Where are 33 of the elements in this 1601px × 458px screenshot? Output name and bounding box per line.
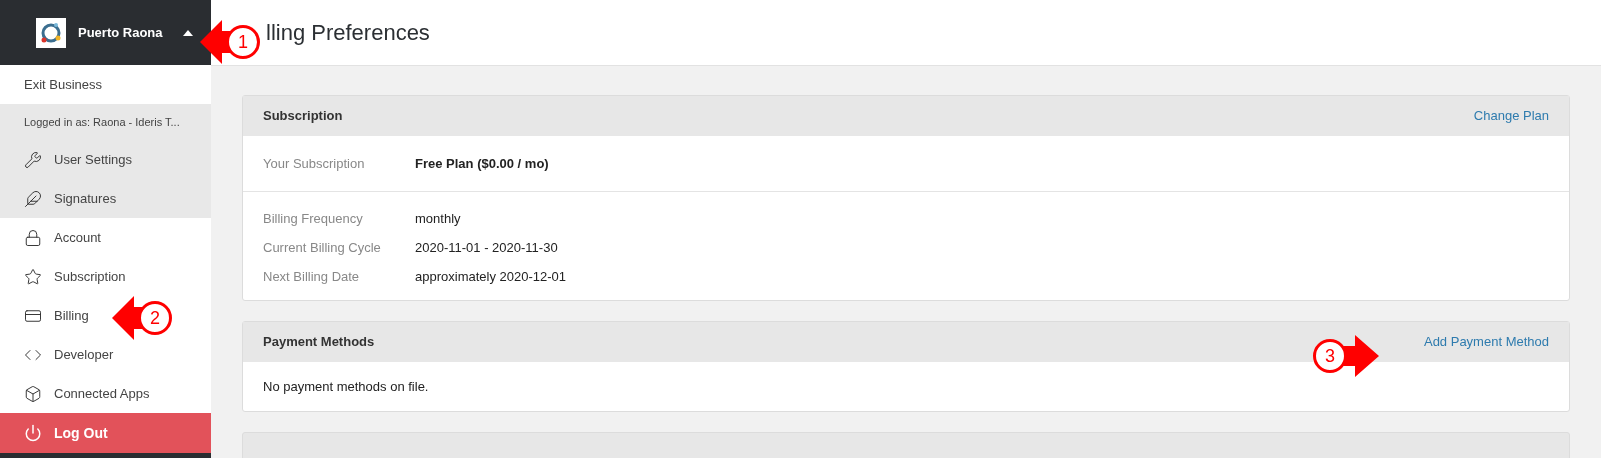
power-icon	[24, 424, 42, 442]
field-label: Current Billing Cycle	[263, 239, 382, 258]
menu-item[interactable]: Subscription	[0, 257, 134, 296]
menu-item-icon	[24, 228, 42, 247]
menu-item-icon	[24, 189, 42, 208]
field-value: approximately 2020-12-01	[415, 268, 567, 287]
menu-item[interactable]: Connected Apps	[0, 374, 158, 413]
logout-button[interactable]: Log Out	[0, 413, 211, 453]
card-title: Subscription	[263, 107, 343, 126]
callout-arrow-icon	[1343, 335, 1379, 377]
field-label: Next Billing Date	[263, 268, 361, 287]
field-label: Billing Frequency	[263, 210, 364, 229]
menu-item[interactable]: Account	[0, 218, 109, 257]
field-value: monthly	[415, 210, 461, 229]
field-label: Your Subscription	[263, 154, 366, 173]
change-plan-link[interactable]: Change Plan	[1473, 106, 1549, 126]
menu-item-icon	[24, 150, 42, 169]
menu-item[interactable]: Billing	[0, 296, 97, 335]
field-value: Free Plan ($0.00 / mo)	[415, 154, 549, 173]
business-name: Puerto Raona	[78, 23, 163, 42]
page-title: lling Preferences	[266, 19, 430, 47]
card-title: Payment Methods	[263, 333, 375, 352]
logo-icon	[36, 17, 66, 48]
logged-in-label: Logged in as: Raona - Ideris T...	[0, 104, 211, 140]
menu-item-icon	[24, 267, 42, 286]
menu-item-icon	[24, 384, 42, 403]
exit-business-item[interactable]: Exit Business	[0, 65, 211, 104]
menu-item[interactable]: Signatures	[0, 179, 125, 218]
menu-item[interactable]: Developer	[0, 335, 122, 374]
menu-item[interactable]: User Settings	[0, 140, 141, 179]
empty-message: No payment methods on file.	[263, 377, 429, 396]
field-value: 2020-11-01 - 2020-11-30	[415, 239, 558, 258]
add-payment-method-link[interactable]: Add Payment Method	[1423, 332, 1549, 352]
